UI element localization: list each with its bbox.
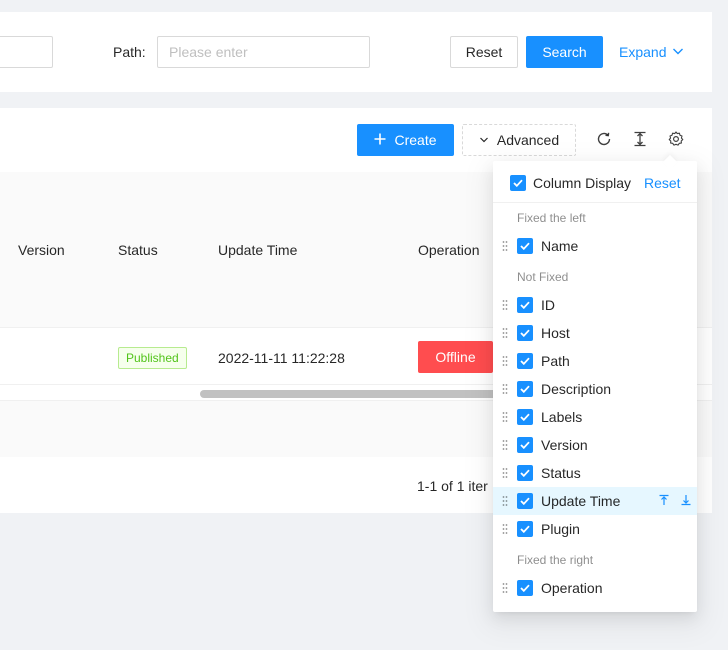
column-checkbox[interactable] [517, 521, 533, 537]
setting-icon[interactable] [667, 130, 685, 148]
group-title: Fixed the left [517, 211, 586, 225]
advanced-button[interactable]: Advanced [462, 124, 576, 156]
pagination-total: 1-1 of 1 iter [417, 478, 488, 494]
column-item-name[interactable]: Name [493, 232, 697, 260]
drag-handle-icon[interactable] [501, 466, 509, 480]
update-time-cell: 2022-11-11 11:22:28 [218, 350, 345, 366]
column-header-status: Status [118, 242, 158, 258]
search-form: Path: Reset Search Expand [0, 12, 712, 92]
column-checkbox[interactable] [517, 580, 533, 596]
column-label: Version [541, 437, 588, 453]
column-item-plugin[interactable]: Plugin [493, 515, 697, 543]
column-item-status[interactable]: Status [493, 459, 697, 487]
column-label: Labels [541, 409, 583, 425]
chevron-down-icon [672, 44, 684, 60]
column-label: ID [541, 297, 555, 313]
group-title: Fixed the right [517, 553, 594, 567]
drag-handle-icon[interactable] [501, 581, 509, 595]
column-item-id[interactable]: ID [493, 291, 697, 319]
drag-handle-icon[interactable] [501, 239, 509, 253]
drag-handle-icon[interactable] [501, 382, 509, 396]
column-checkbox[interactable] [517, 437, 533, 453]
drag-handle-icon[interactable] [501, 494, 509, 508]
popover-reset-link[interactable]: Reset [644, 175, 681, 191]
column-checkbox[interactable] [517, 325, 533, 341]
popover-title: Column Display [533, 175, 632, 191]
pin-to-bottom-icon[interactable] [679, 493, 693, 507]
column-height-icon[interactable] [631, 130, 649, 148]
column-label: Host [541, 325, 570, 341]
reload-icon[interactable] [595, 130, 613, 148]
drag-handle-icon[interactable] [501, 326, 509, 340]
column-checkbox[interactable] [517, 238, 533, 254]
status-badge: Published [118, 347, 187, 369]
column-label: Status [541, 465, 581, 481]
expand-label: Expand [619, 44, 667, 60]
group-title: Not Fixed [517, 270, 569, 284]
column-checkbox[interactable] [517, 381, 533, 397]
column-checkbox[interactable] [517, 465, 533, 481]
plus-icon [374, 132, 386, 148]
select-all-checkbox[interactable] [510, 175, 526, 191]
search-input-partial[interactable] [0, 36, 53, 68]
column-label: Name [541, 238, 579, 254]
column-item-version[interactable]: Version [493, 431, 697, 459]
column-checkbox[interactable] [517, 353, 533, 369]
drag-handle-icon[interactable] [501, 410, 509, 424]
column-item-path[interactable]: Path [493, 347, 697, 375]
create-label: Create [394, 132, 437, 148]
expand-link[interactable]: Expand [619, 44, 684, 60]
column-checkbox[interactable] [517, 493, 533, 509]
column-header-version: Version [18, 242, 65, 258]
offline-button[interactable]: Offline [418, 341, 493, 373]
column-header-update-time: Update Time [218, 242, 298, 258]
column-label: Path [541, 353, 570, 369]
column-item-description[interactable]: Description [493, 375, 697, 403]
column-label: Update Time [541, 493, 621, 509]
search-button[interactable]: Search [526, 36, 603, 68]
drag-handle-icon[interactable] [501, 522, 509, 536]
path-label: Path: [113, 44, 146, 60]
advanced-label: Advanced [496, 132, 560, 148]
create-button[interactable]: Create [357, 124, 454, 156]
pin-to-top-icon[interactable] [657, 493, 671, 507]
scrollbar-thumb[interactable] [200, 390, 500, 398]
column-label: Plugin [541, 521, 580, 537]
column-checkbox[interactable] [517, 297, 533, 313]
column-header-operation: Operation [418, 242, 480, 258]
column-checkbox[interactable] [517, 409, 533, 425]
column-label: Description [541, 381, 612, 397]
drag-handle-icon[interactable] [501, 438, 509, 452]
reset-button[interactable]: Reset [450, 36, 518, 68]
drag-handle-icon[interactable] [501, 354, 509, 368]
popover-header: Column Display Reset [493, 161, 697, 203]
path-input[interactable] [157, 36, 370, 68]
column-item-labels[interactable]: Labels [493, 403, 697, 431]
column-item-operation[interactable]: Operation [493, 574, 697, 602]
chevron-down-icon [479, 132, 489, 148]
column-settings-popover: Column Display Reset Fixed the left Name N… [493, 154, 697, 612]
column-item-update-time[interactable]: Update Time [493, 487, 697, 515]
drag-handle-icon[interactable] [501, 298, 509, 312]
column-label: Operation [541, 580, 603, 596]
column-item-host[interactable]: Host [493, 319, 697, 347]
